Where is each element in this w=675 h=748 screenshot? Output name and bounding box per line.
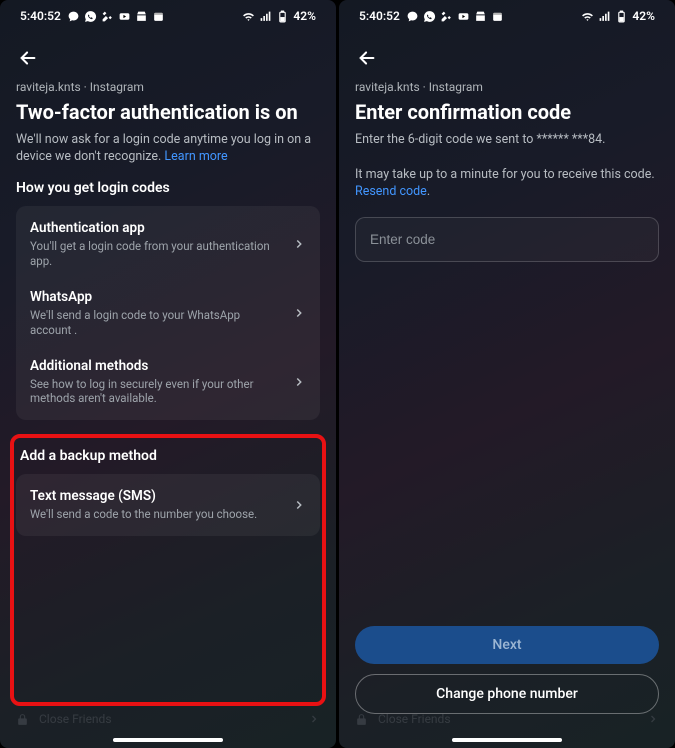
page-title: Enter confirmation code — [355, 100, 659, 124]
store-icon — [474, 10, 487, 23]
phone-screen-confirm: 5:40:52 42% raviteja.knts · Instagram En… — [339, 0, 675, 748]
page-subtitle: We'll now ask for a login code anytime y… — [16, 132, 320, 166]
home-indicator[interactable] — [113, 738, 223, 742]
calendar-icon — [152, 10, 165, 23]
learn-more-link[interactable]: Learn more — [164, 149, 227, 164]
phone-screen-2fa: 5:40:52 42% raviteja.knts · Instagram Tw… — [0, 0, 336, 748]
row-subtitle: We'll send a login code to your WhatsApp… — [30, 308, 282, 338]
login-codes-card: Authentication app You'll get a login co… — [16, 206, 320, 421]
status-time: 5:40:52 — [359, 9, 400, 23]
signal-icon — [598, 10, 611, 23]
bg-label: Close Friends — [378, 712, 451, 726]
code-sent-text: Enter the 6-digit code we sent to ******… — [355, 132, 659, 149]
chat-icon — [67, 10, 80, 23]
row-subtitle: You'll get a login code from your authen… — [30, 239, 282, 269]
youtube-icon — [118, 10, 131, 23]
code-input[interactable] — [355, 217, 659, 262]
lock-icon — [16, 713, 29, 726]
back-button[interactable] — [16, 46, 40, 70]
battery-icon — [276, 10, 289, 23]
youtube-icon — [457, 10, 470, 23]
whatsapp-icon — [84, 10, 97, 23]
tools-icon — [440, 10, 453, 23]
background-row: Close Friends — [355, 712, 659, 726]
signal-icon — [259, 10, 272, 23]
battery-pct: 42% — [632, 9, 655, 23]
back-button[interactable] — [355, 46, 379, 70]
tools-icon — [101, 10, 114, 23]
row-title: Text message (SMS) — [30, 488, 282, 504]
store-icon — [135, 10, 148, 23]
wifi-icon — [581, 10, 594, 23]
row-additional-methods[interactable]: Additional methods See how to log in sec… — [16, 348, 320, 417]
section-header-login-codes: How you get login codes — [16, 180, 320, 196]
chevron-right-icon — [292, 375, 306, 389]
background-row: Close Friends — [16, 712, 320, 726]
resend-code-link[interactable]: Resend code — [355, 184, 427, 199]
battery-pct: 42% — [293, 9, 316, 23]
page-title: Two-factor authentication is on — [16, 100, 320, 124]
calendar-icon — [491, 10, 504, 23]
chevron-right-icon — [292, 498, 306, 512]
resend-text: It may take up to a minute for you to re… — [355, 167, 659, 201]
status-bar: 5:40:52 42% — [339, 0, 675, 32]
status-time: 5:40:52 — [20, 9, 61, 23]
next-button[interactable]: Next — [355, 626, 659, 664]
bg-label: Close Friends — [39, 712, 112, 726]
chevron-right-icon — [647, 713, 659, 725]
row-whatsapp[interactable]: WhatsApp We'll send a login code to your… — [16, 279, 320, 348]
row-title: Authentication app — [30, 220, 282, 236]
backup-card: Text message (SMS) We'll send a code to … — [16, 474, 320, 536]
change-phone-button[interactable]: Change phone number — [355, 674, 659, 714]
row-subtitle: We'll send a code to the number you choo… — [30, 507, 282, 522]
home-indicator[interactable] — [452, 738, 562, 742]
section-header-backup: Add a backup method — [16, 448, 320, 464]
battery-icon — [615, 10, 628, 23]
breadcrumb: raviteja.knts · Instagram — [355, 80, 659, 94]
row-title: WhatsApp — [30, 289, 282, 305]
chat-icon — [406, 10, 419, 23]
whatsapp-icon — [423, 10, 436, 23]
chevron-right-icon — [308, 713, 320, 725]
status-bar: 5:40:52 42% — [0, 0, 336, 32]
lock-icon — [355, 713, 368, 726]
backup-method-highlight: Add a backup method Text message (SMS) W… — [10, 434, 326, 706]
wifi-icon — [242, 10, 255, 23]
row-auth-app[interactable]: Authentication app You'll get a login co… — [16, 210, 320, 279]
breadcrumb: raviteja.knts · Instagram — [16, 80, 320, 94]
chevron-right-icon — [292, 237, 306, 251]
row-subtitle: See how to log in securely even if your … — [30, 377, 282, 407]
row-sms[interactable]: Text message (SMS) We'll send a code to … — [16, 478, 320, 532]
row-title: Additional methods — [30, 358, 282, 374]
chevron-right-icon — [292, 306, 306, 320]
